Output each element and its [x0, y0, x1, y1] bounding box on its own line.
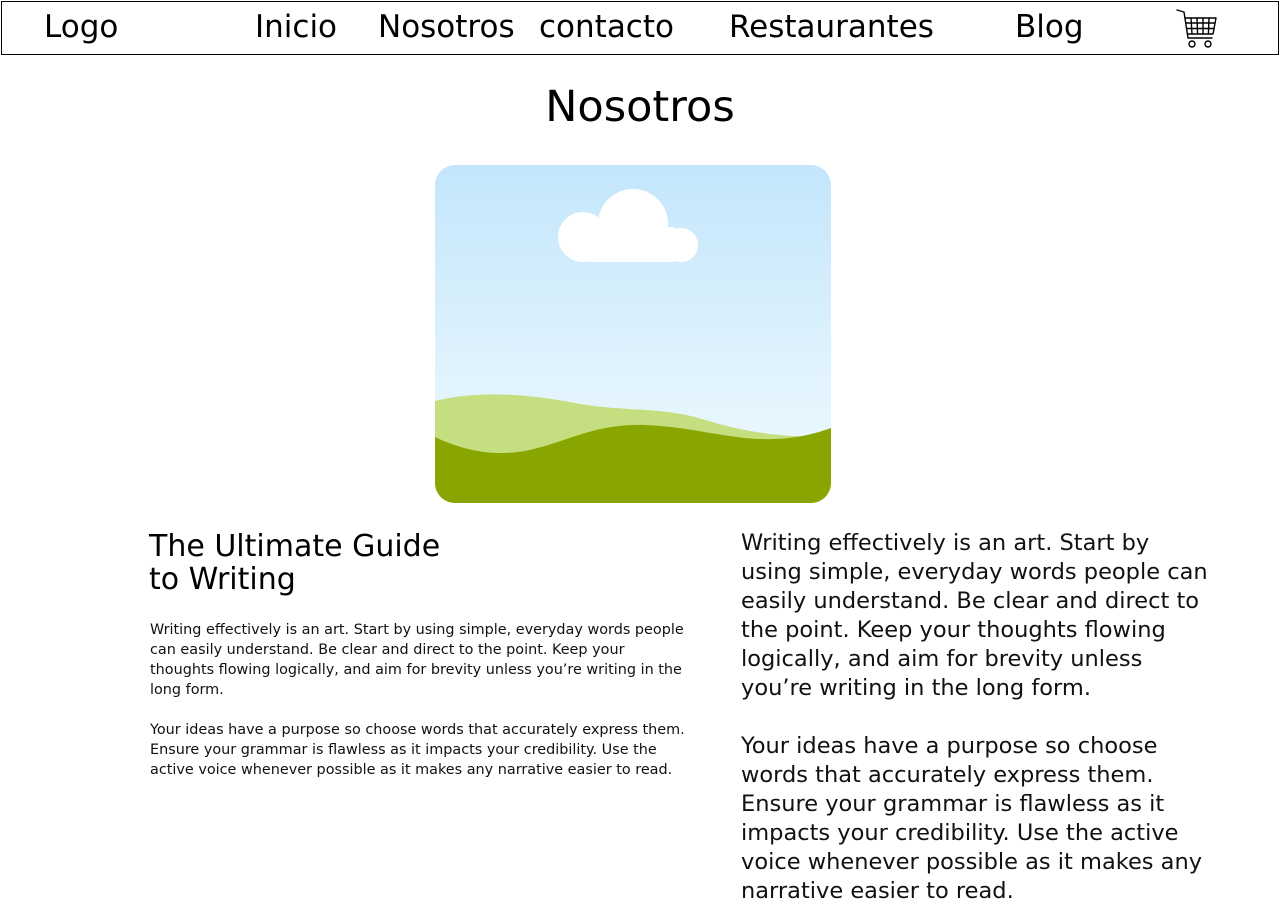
article-paragraph-large-2: Your ideas have a purpose so choose word… [741, 733, 1203, 904]
nav-item-nosotros[interactable]: Nosotros [378, 7, 515, 47]
article-paragraph-large-1: Writing effectively is an art. Start by … [741, 530, 1208, 701]
article-title: The Ultimate Guide to Writing [149, 530, 489, 596]
nav-item-restaurantes[interactable]: Restaurantes [729, 7, 934, 47]
shopping-cart-icon[interactable] [1174, 7, 1220, 51]
nav-item-blog[interactable]: Blog [1015, 7, 1084, 47]
top-navbar: Logo Inicio Nosotros contacto Restaurant… [1, 1, 1279, 55]
nav-item-inicio[interactable]: Inicio [255, 7, 337, 47]
hero-image [435, 165, 831, 503]
article-paragraph-small-1: Writing effectively is an art. Start by … [150, 622, 684, 698]
landscape-image-icon [435, 165, 831, 503]
page-title: Nosotros [545, 82, 735, 132]
logo-link[interactable]: Logo [44, 7, 118, 47]
nav-item-contacto[interactable]: contacto [539, 7, 674, 47]
article-title-line-2: to Writing [149, 562, 296, 597]
article-title-line-1: The Ultimate Guide [149, 529, 441, 564]
article-paragraph-small-2: Your ideas have a purpose so choose word… [150, 722, 685, 778]
